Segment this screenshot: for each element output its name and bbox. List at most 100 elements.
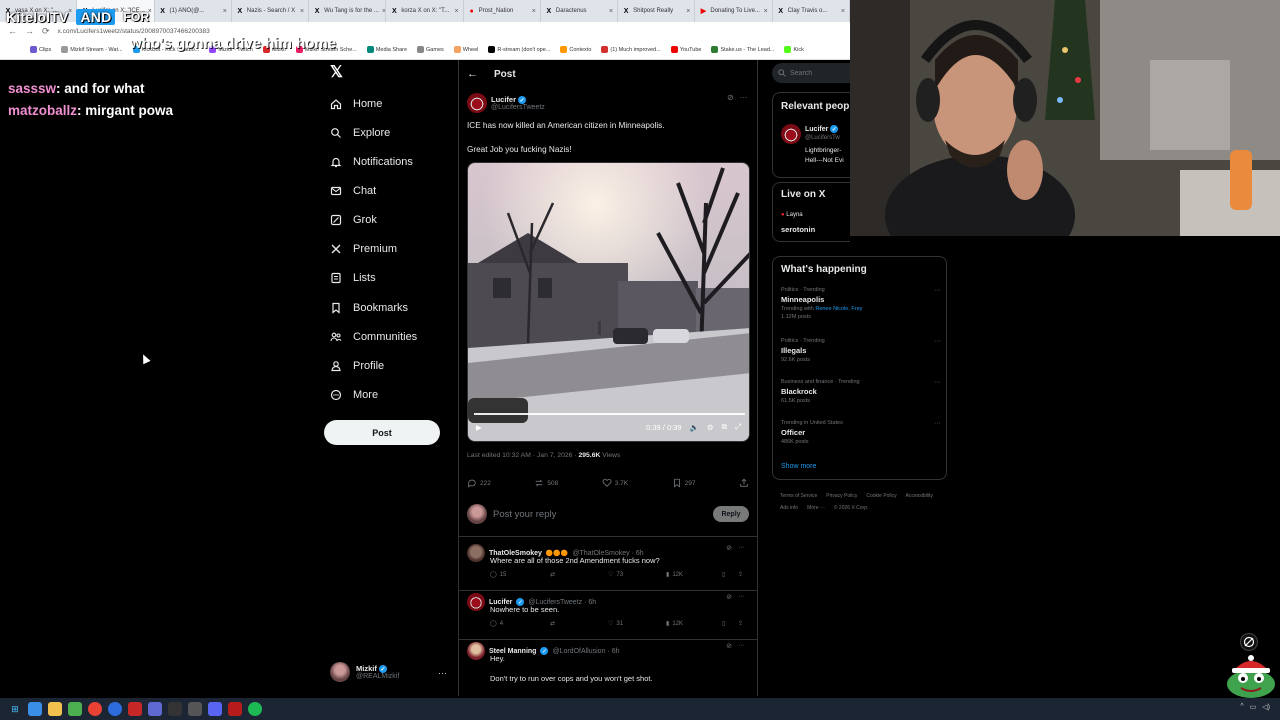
trend-item[interactable]: Politics · Trending Minneapolis Trending w… xyxy=(781,287,941,320)
bookmark-item[interactable]: Games xyxy=(417,46,444,53)
author-name[interactable]: Lucifer xyxy=(491,95,516,104)
volume-icon[interactable]: ◁) xyxy=(1262,703,1270,711)
nav-item-more[interactable]: More xyxy=(330,385,378,405)
nav-item-grok[interactable]: Grok xyxy=(330,210,377,230)
reply-action[interactable]: 222 xyxy=(467,478,491,488)
footer-link[interactable]: Terms of Service xyxy=(780,490,817,502)
browser-tab[interactable]: ● Prost_Nation × xyxy=(464,0,541,22)
obs-icon[interactable] xyxy=(168,702,182,716)
edited-timestamp[interactable]: Last edited 10:32 AM · Jan 7, 2026 · xyxy=(467,452,577,459)
app-icon-red[interactable] xyxy=(128,702,142,716)
tab-close-icon[interactable]: × xyxy=(609,8,613,15)
back-arrow-icon[interactable]: ← xyxy=(467,68,478,80)
repost-action[interactable]: 508 xyxy=(534,478,558,488)
reply-button[interactable]: Reply xyxy=(713,506,749,522)
nav-item-premium[interactable]: Premium xyxy=(330,239,397,259)
reply-tweet[interactable]: ThatOleSmokey 🟠🟠🟠 @ThatOleSmokey · 6h ⊘ ··· W… xyxy=(459,544,757,592)
nav-item-lists[interactable]: Lists xyxy=(330,268,376,288)
reply-tweet[interactable]: Lucifer ✓ @LucifersTweetz · 6h ⊘ ··· Nowhere … xyxy=(459,593,757,641)
show-more-link[interactable]: Show more xyxy=(781,463,816,470)
like-action[interactable]: 3.7K xyxy=(602,478,628,488)
tab-close-icon[interactable]: × xyxy=(764,8,768,15)
footer-link[interactable]: © 2026 X Corp. xyxy=(834,502,869,514)
more-dots-icon[interactable]: ··· xyxy=(738,593,745,601)
reply-action[interactable]: ◯ 4 xyxy=(490,620,550,628)
app-icon-blue[interactable] xyxy=(148,702,162,716)
bookmark-item[interactable]: Media Share xyxy=(366,46,407,53)
browser-tab[interactable]: X Clay Travis o... × xyxy=(773,0,850,22)
share-action[interactable]: ⇪ xyxy=(738,620,752,627)
bookmark-item[interactable]: Stake.us - The Lead... xyxy=(711,46,774,53)
footer-link[interactable]: More ··· xyxy=(807,502,825,514)
bookmark-action[interactable]: ▯ xyxy=(722,571,738,578)
browser-tab[interactable]: X Wu Tang is for the ... × xyxy=(309,0,387,22)
reply-action[interactable]: ◯ 15 xyxy=(490,571,550,579)
avatar[interactable] xyxy=(467,593,485,611)
search-box[interactable] xyxy=(772,63,850,83)
trend-item[interactable]: Politics · Trending Illegals 92.6K posts ··… xyxy=(781,338,941,363)
live-host[interactable]: Layna xyxy=(786,212,802,218)
nav-item-home[interactable]: Home xyxy=(330,94,382,114)
share-action[interactable]: ⇪ xyxy=(738,571,752,578)
avatar[interactable] xyxy=(467,93,487,113)
more-dots-icon[interactable]: ··· xyxy=(738,642,745,650)
discord-icon[interactable] xyxy=(208,702,222,716)
url-text[interactable]: x.com/Lucifers1weetz/status/200897003746… xyxy=(58,28,210,35)
footer-link[interactable]: Privacy Policy xyxy=(826,490,857,502)
tab-close-icon[interactable]: × xyxy=(223,8,227,15)
repost-action[interactable]: ⇄ xyxy=(550,620,608,627)
reply-handle[interactable]: @LordOfAllusion · 6h xyxy=(552,648,619,655)
tab-close-icon[interactable]: × xyxy=(455,8,459,15)
more-dots-icon[interactable]: ··· xyxy=(738,544,745,552)
windows-start-icon[interactable]: ⊞ xyxy=(8,702,22,716)
reply-tweet[interactable]: Steel Manning ✓ @LordOfAllusion · 6h ⊘ ··· He… xyxy=(467,642,751,690)
bookmark-item[interactable]: YouTube xyxy=(670,46,701,53)
tab-close-icon[interactable]: × xyxy=(841,8,845,15)
search-input[interactable] xyxy=(790,69,850,77)
relevant-name[interactable]: Lucifer xyxy=(805,126,828,133)
fullscreen-icon[interactable]: ⤢ xyxy=(735,422,741,432)
app-icon[interactable] xyxy=(68,702,82,716)
edge-icon[interactable] xyxy=(108,702,122,716)
nav-item-chat[interactable]: Chat xyxy=(330,181,376,201)
author-handle[interactable]: @LucifersTweetz xyxy=(491,104,545,111)
trend-item[interactable]: Trending in United States Officer 486K pos… xyxy=(781,420,941,445)
trend-with-link[interactable]: Renee Nicole, Frey xyxy=(815,306,862,312)
heart-action[interactable]: ♡ 31 xyxy=(608,620,666,628)
file-explorer-icon[interactable] xyxy=(28,702,42,716)
more-dots-icon[interactable]: ··· xyxy=(934,338,941,345)
share-action[interactable] xyxy=(739,478,749,488)
app-icon-dark-red[interactable] xyxy=(228,702,242,716)
settings-icon[interactable]: ⚙ xyxy=(707,423,714,432)
nav-item-bookmarks[interactable]: Bookmarks xyxy=(330,298,408,318)
account-switcher[interactable]: Mizkif ✓ @REALMizkif xyxy=(330,662,399,682)
post-button[interactable]: Post xyxy=(324,420,440,445)
tweet-video[interactable]: ▶ 0:39 / 0:39 🔈 ⚙ ⧉ ⤢ xyxy=(467,162,750,442)
bookmark-item[interactable]: Contexto xyxy=(560,46,591,53)
grok-icon[interactable]: ⊘ xyxy=(726,593,732,601)
trend-item[interactable]: Business and finance · Trending Blackrock… xyxy=(781,379,941,404)
browser-tab[interactable]: ▶ Donating To Live... × xyxy=(695,0,773,22)
tab-close-icon[interactable]: × xyxy=(532,8,536,15)
x-logo-icon[interactable]: 𝕏 xyxy=(330,65,344,81)
nav-item-notifications[interactable]: Notifications xyxy=(330,152,413,172)
chrome-icon[interactable] xyxy=(88,702,102,716)
avatar[interactable] xyxy=(467,544,485,562)
relevant-handle[interactable]: @LucifersTw xyxy=(805,135,840,141)
pip-icon[interactable]: ⧉ xyxy=(722,422,727,432)
grok-icon[interactable]: ⊘ xyxy=(726,642,732,650)
bookmark-item[interactable]: Clips xyxy=(30,46,51,53)
heart-action[interactable]: ♡ 73 xyxy=(608,571,666,579)
tab-close-icon[interactable]: × xyxy=(300,8,304,15)
back-icon[interactable]: ← xyxy=(8,26,17,36)
network-icon[interactable]: ▭ xyxy=(1250,703,1257,711)
browser-tab[interactable]: X (1) ANO(@... × xyxy=(155,0,232,22)
more-dots-icon[interactable]: ··· xyxy=(934,287,941,294)
spotify-icon[interactable] xyxy=(248,702,262,716)
bookmark-action[interactable]: 297 xyxy=(672,478,695,488)
forward-icon[interactable]: → xyxy=(25,26,34,36)
views-action[interactable]: ▮ 12K xyxy=(666,620,722,628)
nav-item-profile[interactable]: Profile xyxy=(330,356,384,376)
bookmark-item[interactable]: Kick xyxy=(784,46,804,53)
reply-input[interactable] xyxy=(493,508,707,520)
